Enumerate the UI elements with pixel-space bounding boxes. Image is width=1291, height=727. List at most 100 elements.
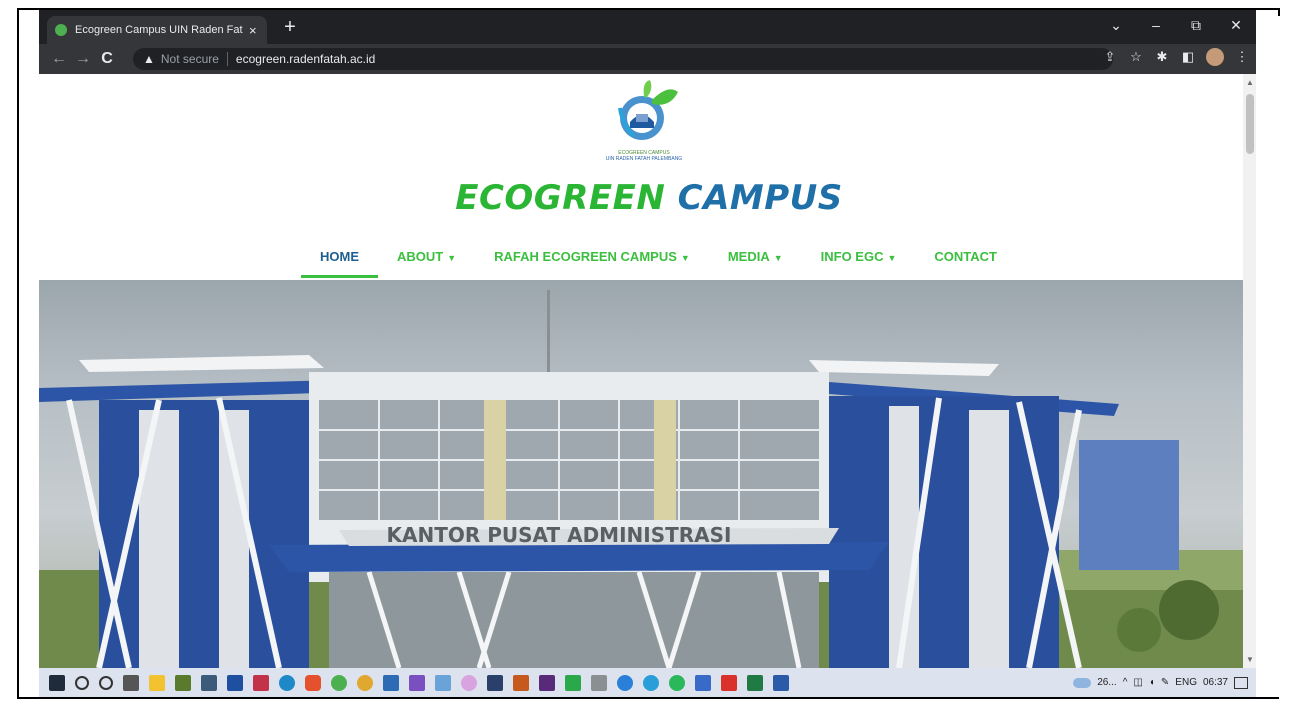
search-icon[interactable] bbox=[75, 675, 89, 690]
menu-icon[interactable]: ⋮ bbox=[1234, 49, 1250, 65]
app-icon[interactable] bbox=[227, 674, 243, 691]
divider bbox=[226, 52, 228, 66]
back-button[interactable]: ← bbox=[47, 50, 71, 68]
main-navigation: HOME ABOUT ▼ RAFAH ECOGREEN CAMPUS ▼ MEDIA… bbox=[301, 242, 1016, 278]
share-icon[interactable]: ⇪ bbox=[1102, 49, 1118, 65]
nav-label: RAFAH ECOGREEN CAMPUS bbox=[494, 249, 677, 264]
app-icon[interactable] bbox=[669, 674, 685, 691]
warning-icon[interactable]: ▲ bbox=[143, 52, 155, 66]
extensions-icon[interactable]: ✱ bbox=[1154, 49, 1170, 65]
scroll-down-icon[interactable]: ▼ bbox=[1246, 655, 1254, 664]
weather-icon[interactable] bbox=[1073, 677, 1092, 688]
minecraft-icon[interactable] bbox=[175, 674, 191, 691]
chrome-icon[interactable] bbox=[331, 674, 347, 691]
caret-down-icon: ▼ bbox=[447, 253, 457, 263]
hero-building-illustration: KANTOR PUSAT ADMINISTRASI bbox=[39, 290, 1243, 668]
nav-about[interactable]: ABOUT ▼ bbox=[378, 242, 475, 278]
nav-info-egc[interactable]: INFO EGC ▼ bbox=[802, 242, 916, 278]
app-icon[interactable] bbox=[487, 674, 503, 691]
browser-toolbar: ← → C ▲ Not secure ecogreen.radenfatah.a… bbox=[39, 44, 1256, 74]
edge-icon[interactable] bbox=[279, 674, 295, 691]
address-bar[interactable]: ▲ Not secure ecogreen.radenfatah.ac.id bbox=[133, 48, 1113, 70]
hero-image: KANTOR PUSAT ADMINISTRASI bbox=[39, 280, 1243, 668]
new-tab-button[interactable]: + bbox=[277, 16, 303, 40]
windows-start-icon[interactable] bbox=[49, 674, 65, 691]
task-view-icon[interactable] bbox=[123, 674, 139, 691]
file-explorer-icon[interactable] bbox=[149, 674, 165, 691]
nav-contact[interactable]: CONTACT bbox=[915, 242, 1016, 278]
nav-label: CONTACT bbox=[934, 249, 997, 264]
brave-icon[interactable] bbox=[305, 674, 321, 691]
favicon-icon bbox=[55, 24, 67, 36]
nav-rafah-ecogreen-campus[interactable]: RAFAH ECOGREEN CAMPUS ▼ bbox=[475, 242, 709, 278]
cortana-icon[interactable] bbox=[99, 675, 113, 690]
tab-title: Ecogreen Campus UIN Raden Fat bbox=[75, 24, 243, 36]
close-window-button[interactable]: ✕ bbox=[1216, 10, 1256, 40]
scrollbar-thumb[interactable] bbox=[1246, 94, 1254, 154]
paint-icon[interactable] bbox=[461, 674, 477, 691]
reload-button[interactable]: C bbox=[95, 50, 119, 68]
app-icon[interactable] bbox=[565, 674, 581, 691]
pen-icon[interactable]: ✎ bbox=[1161, 677, 1169, 688]
notification-icon[interactable] bbox=[1234, 676, 1248, 689]
app-icon[interactable] bbox=[695, 674, 711, 691]
minimize-button[interactable]: – bbox=[1136, 10, 1176, 40]
notepad-icon[interactable] bbox=[435, 674, 451, 691]
window-controls: ⌄ – ⧉ ✕ bbox=[1096, 10, 1256, 40]
hero-sign-text: KANTOR PUSAT ADMINISTRASI bbox=[387, 523, 732, 547]
tab-close-button[interactable]: × bbox=[249, 23, 257, 38]
screenshot-frame: Ecogreen Campus UIN Raden Fat × + ⌄ – ⧉ … bbox=[0, 0, 1291, 727]
forward-button[interactable]: → bbox=[71, 50, 95, 68]
frame-border bbox=[17, 697, 1279, 699]
nav-label: MEDIA bbox=[727, 249, 770, 264]
site-title-part: ECOGREEN bbox=[455, 178, 666, 218]
volume-icon[interactable]: ◖ bbox=[1149, 677, 1155, 688]
app-icon[interactable] bbox=[617, 674, 633, 691]
acrobat-icon[interactable] bbox=[721, 674, 737, 691]
tab-search-button[interactable]: ⌄ bbox=[1096, 10, 1136, 40]
nav-label: INFO EGC bbox=[820, 249, 884, 264]
frame-border bbox=[1278, 8, 1280, 16]
caret-down-icon: ▼ bbox=[680, 253, 690, 263]
title-bar: Ecogreen Campus UIN Raden Fat × + ⌄ – ⧉ … bbox=[39, 10, 1256, 44]
visual-studio-icon[interactable] bbox=[409, 674, 425, 691]
windows-taskbar: 26... ^ ◫ ◖ ✎ ENG 06:37 bbox=[39, 668, 1256, 697]
frame-border bbox=[17, 8, 19, 698]
nav-label: ABOUT bbox=[397, 249, 444, 264]
security-label[interactable]: Not secure bbox=[161, 52, 219, 66]
premiere-icon[interactable] bbox=[539, 674, 555, 691]
browser-tab[interactable]: Ecogreen Campus UIN Raden Fat × bbox=[47, 16, 267, 44]
star-icon[interactable]: ☆ bbox=[1128, 49, 1144, 65]
toolbar-icons: ⇪ ☆ ✱ ◧ ⋮ bbox=[1102, 48, 1250, 66]
excel-icon[interactable] bbox=[747, 674, 763, 691]
weather-text[interactable]: 26... bbox=[1097, 677, 1116, 688]
logo-caption: UIN RADEN FATAH PALEMBANG bbox=[605, 156, 683, 162]
tray-chevron-icon[interactable]: ^ bbox=[1123, 677, 1128, 688]
illustrator-icon[interactable] bbox=[513, 674, 529, 691]
page-content: ECOGREEN CAMPUS UIN RADEN FATAH PALEMBAN… bbox=[39, 74, 1243, 668]
sidepanel-icon[interactable]: ◧ bbox=[1180, 49, 1196, 65]
app-icon[interactable] bbox=[591, 674, 607, 691]
url-text[interactable]: ecogreen.radenfatah.ac.id bbox=[236, 52, 375, 66]
chrome-canary-icon[interactable] bbox=[357, 674, 373, 691]
scroll-up-icon[interactable]: ▲ bbox=[1246, 78, 1254, 87]
nav-home[interactable]: HOME bbox=[301, 242, 378, 278]
language-indicator[interactable]: ENG bbox=[1175, 677, 1197, 688]
site-title-part: CAMPUS bbox=[677, 178, 843, 218]
word-icon[interactable] bbox=[773, 674, 789, 691]
browser-window: Ecogreen Campus UIN Raden Fat × + ⌄ – ⧉ … bbox=[39, 10, 1256, 697]
app-icon[interactable] bbox=[253, 674, 269, 691]
nav-media[interactable]: MEDIA ▼ bbox=[709, 242, 802, 278]
avatar-icon[interactable] bbox=[1206, 48, 1224, 66]
vertical-scrollbar[interactable]: ▲ ▼ bbox=[1243, 74, 1256, 668]
system-tray: 26... ^ ◫ ◖ ✎ ENG 06:37 bbox=[1073, 668, 1248, 697]
site-title[interactable]: ECOGREEN CAMPUS bbox=[439, 178, 859, 218]
restore-button[interactable]: ⧉ bbox=[1176, 10, 1216, 40]
caret-down-icon: ▼ bbox=[773, 253, 783, 263]
app-icon[interactable] bbox=[201, 674, 217, 691]
app-icon[interactable] bbox=[643, 674, 659, 691]
network-icon[interactable]: ◫ bbox=[1133, 677, 1142, 688]
clock[interactable]: 06:37 bbox=[1203, 677, 1228, 688]
caret-down-icon: ▼ bbox=[887, 253, 897, 263]
app-icon[interactable] bbox=[383, 674, 399, 691]
